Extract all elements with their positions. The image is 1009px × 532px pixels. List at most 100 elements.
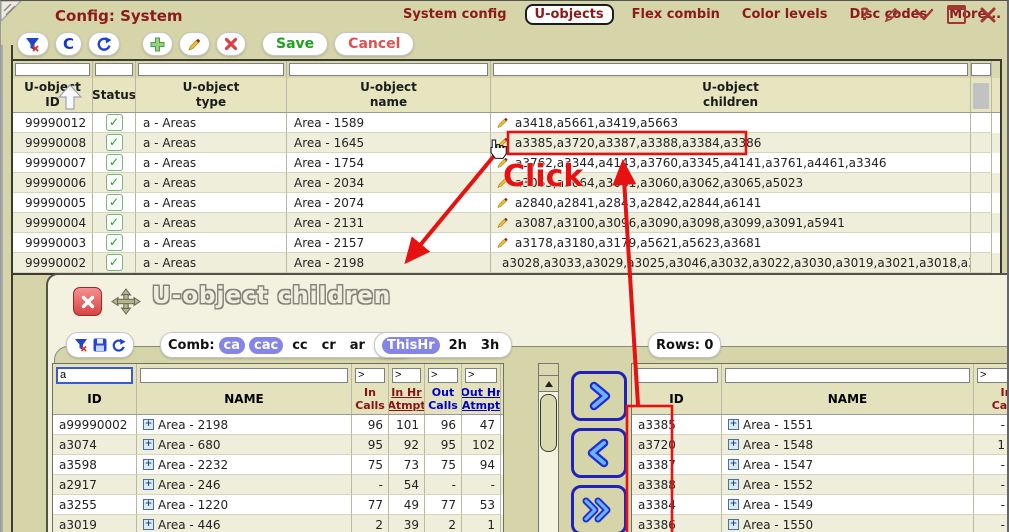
expand-plus-icon[interactable]: [143, 479, 154, 490]
col-header-name[interactable]: NAME: [722, 386, 974, 414]
right-filter-incalls-input[interactable]: [977, 367, 1007, 383]
period-3h[interactable]: 3h: [476, 337, 504, 354]
right-filter-id-input[interactable]: [635, 367, 718, 383]
filter-name-input[interactable]: [289, 63, 488, 76]
close-icon[interactable]: [979, 6, 997, 24]
check-icon[interactable]: [105, 214, 123, 231]
filter-type-input[interactable]: [138, 63, 284, 76]
save-disk-icon[interactable]: [93, 338, 107, 352]
filter-icon[interactable]: [74, 338, 89, 352]
left-filter-inhr-input[interactable]: [392, 367, 421, 383]
table-row[interactable]: 99990006 a - Areas Area - 2034 a3063,a30…: [13, 173, 1000, 193]
list-item[interactable]: a3720 Area - 1548 1: [632, 435, 1007, 455]
expand-plus-icon[interactable]: [143, 419, 154, 430]
add-button[interactable]: [142, 32, 174, 56]
table-row[interactable]: 99990005 a - Areas Area - 2074 a2840,a28…: [13, 193, 1000, 213]
right-filter-name-input[interactable]: [725, 367, 970, 383]
check-icon[interactable]: [105, 114, 123, 131]
expand-plus-icon[interactable]: [728, 519, 739, 530]
period-thishr[interactable]: ThisHr: [382, 336, 440, 354]
col-header-name[interactable]: U-object name: [287, 78, 491, 112]
tab-system-config[interactable]: System config: [399, 5, 511, 24]
col-header-out-hr-atmpt[interactable]: Out Hr Atmpt: [462, 386, 501, 414]
tab-color-levels[interactable]: Color levels: [738, 5, 832, 24]
refresh-icon[interactable]: [111, 338, 126, 353]
list-item[interactable]: a3385 Area - 1551 -: [632, 415, 1007, 435]
list-item[interactable]: a3388 Area - 1552 -: [632, 475, 1007, 495]
move-left-button[interactable]: [571, 428, 627, 478]
list-item[interactable]: a3019 Area - 446 2 39 2 1: [53, 515, 503, 532]
col-header-out-calls[interactable]: Out Calls: [425, 386, 462, 414]
comb-option-cr[interactable]: cr: [317, 337, 341, 354]
col-header-id[interactable]: ID: [632, 386, 722, 414]
list-item[interactable]: a3384 Area - 1549 -: [632, 495, 1007, 515]
comb-option-cac[interactable]: cac: [249, 336, 284, 354]
col-header-in-hr-atmpt[interactable]: In Hr Atmpt: [389, 386, 425, 414]
expand-plus-icon[interactable]: [728, 499, 739, 510]
check-icon[interactable]: [105, 154, 123, 171]
list-item[interactable]: a2917 Area - 246 - 54 - -: [53, 475, 503, 495]
pencil-icon[interactable]: [496, 196, 509, 209]
pencil-icon[interactable]: [496, 216, 509, 229]
expand-plus-icon[interactable]: [143, 459, 154, 470]
filter-status-input[interactable]: [95, 63, 133, 76]
left-filter-outcalls-input[interactable]: [428, 367, 458, 383]
left-filter-id-input[interactable]: [56, 366, 133, 384]
filter-children-input[interactable]: [493, 63, 968, 76]
list-item[interactable]: a3598 Area - 2232 75 73 75 94: [53, 455, 503, 475]
col-header-id[interactable]: U-object ID: [13, 78, 93, 112]
pencil-icon[interactable]: [496, 116, 509, 129]
cancel-button[interactable]: Cancel: [334, 32, 415, 56]
filter-id-input[interactable]: [15, 63, 90, 76]
table-row[interactable]: 99990002 a - Areas Area - 2198 a3028,a30…: [13, 253, 1000, 273]
tab-flex-combin[interactable]: Flex combin: [628, 5, 724, 24]
expand-plus-icon[interactable]: [143, 439, 154, 450]
expand-plus-icon[interactable]: [728, 419, 739, 430]
list-item[interactable]: a3386 Area - 1550 -: [632, 515, 1007, 532]
edit-icon[interactable]: [883, 6, 901, 24]
pencil-icon[interactable]: [496, 236, 509, 249]
move-right-button[interactable]: [571, 371, 627, 421]
popup-close-button[interactable]: [73, 287, 102, 316]
expand-plus-icon[interactable]: [728, 439, 739, 450]
check-icon[interactable]: [105, 254, 123, 271]
expand-plus-icon[interactable]: [143, 519, 154, 530]
table-row[interactable]: 99990007 a - Areas Area - 1754 a3762,a33…: [13, 153, 1000, 173]
filter-extra-input[interactable]: [971, 63, 991, 76]
left-table-scrollbar[interactable]: [538, 363, 559, 532]
comb-option-ar[interactable]: ar: [345, 337, 370, 354]
tab-u-objects[interactable]: U-objects: [524, 4, 614, 25]
check-icon[interactable]: [105, 194, 123, 211]
left-filter-incalls-input[interactable]: [355, 367, 385, 383]
table-row[interactable]: 99990004 a - Areas Area - 2131 a3087,a31…: [13, 213, 1000, 233]
col-header-name[interactable]: NAME: [137, 386, 352, 414]
pencil-icon[interactable]: [496, 156, 509, 169]
refresh-button[interactable]: [88, 32, 121, 56]
col-header-children[interactable]: U-object children: [491, 78, 971, 112]
expand-plus-icon[interactable]: [728, 459, 739, 470]
col-header-status[interactable]: Status: [93, 78, 136, 112]
clear-button[interactable]: C: [55, 32, 83, 56]
chevron-down-icon[interactable]: [914, 8, 934, 22]
table-row[interactable]: 99990008 a - Areas Area - 1645 a3385,a37…: [13, 133, 1000, 153]
comb-option-cc[interactable]: cc: [287, 337, 312, 354]
filter-button[interactable]: [17, 32, 49, 56]
check-icon[interactable]: [105, 134, 123, 151]
move-icon[interactable]: [110, 288, 142, 315]
edit-button[interactable]: [179, 32, 211, 56]
left-filter-name-input[interactable]: [140, 367, 348, 383]
list-item[interactable]: a99990002 Area - 2198 96 101 96 47: [53, 415, 503, 435]
list-item[interactable]: a3255 Area - 1220 77 49 77 53: [53, 495, 503, 515]
table-row[interactable]: 99990012 a - Areas Area - 1589 a3418,a56…: [13, 113, 1000, 133]
window-icon[interactable]: [947, 5, 966, 24]
scrollbar-thumb[interactable]: [540, 394, 557, 452]
help-icon[interactable]: ?: [860, 6, 870, 24]
expand-plus-icon[interactable]: [143, 499, 154, 510]
move-all-right-button[interactable]: [571, 485, 627, 532]
comb-option-ca[interactable]: ca: [218, 336, 246, 354]
list-item[interactable]: a3387 Area - 1547 -: [632, 455, 1007, 475]
list-item[interactable]: a3074 Area - 680 95 92 95 102: [53, 435, 503, 455]
col-header-type[interactable]: U-object type: [136, 78, 287, 112]
col-header-in-calls[interactable]: InCalls: [974, 386, 1007, 414]
expand-plus-icon[interactable]: [728, 479, 739, 490]
